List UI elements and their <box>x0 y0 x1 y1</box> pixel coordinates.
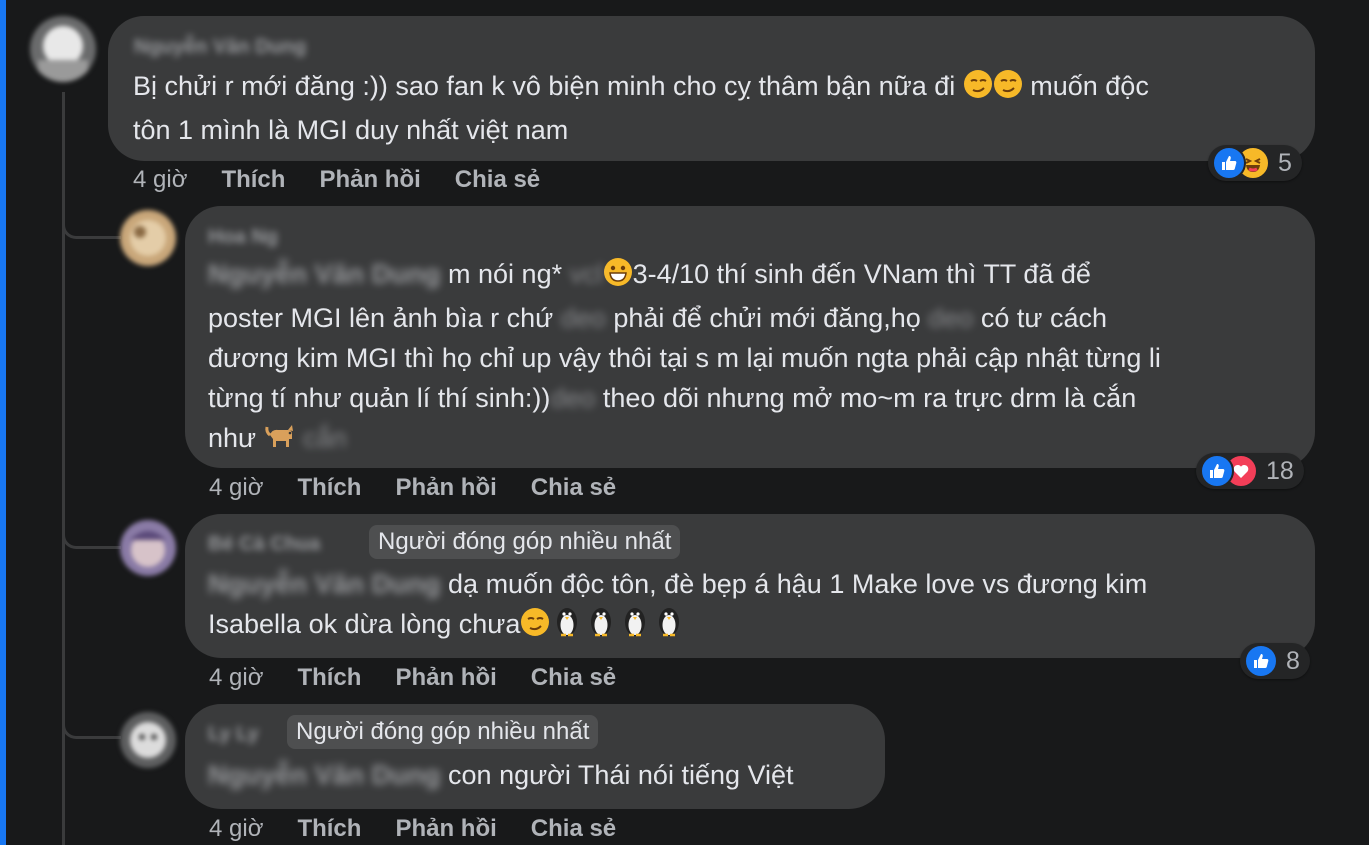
avatar[interactable] <box>120 712 176 768</box>
smirk-emoji-icon <box>520 607 550 648</box>
smirk-emoji-icon <box>993 69 1023 110</box>
reply-button[interactable]: Phản hồi <box>395 815 496 842</box>
share-button[interactable]: Chia sẻ <box>455 166 540 193</box>
avatar[interactable] <box>120 210 176 266</box>
comment-time[interactable]: 4 giờ <box>209 474 263 501</box>
comment-text: Nguyễn Văn Dung con người Thái nói tiếng… <box>208 760 794 790</box>
dog-emoji-icon <box>264 421 296 462</box>
comment-time[interactable]: 4 giờ <box>209 664 263 691</box>
reaction-count: 5 <box>1278 148 1292 177</box>
comment-time[interactable]: 4 giờ <box>209 815 263 842</box>
comment-actions: 4 giờ Thích Phản hồi Chia sẻ <box>209 474 650 502</box>
penguin-emoji-icon <box>550 605 584 648</box>
comment-time[interactable]: 4 giờ <box>133 166 187 193</box>
like-button[interactable]: Thích <box>297 664 361 691</box>
like-button[interactable]: Thích <box>297 815 361 842</box>
penguin-emoji-icon <box>652 605 686 648</box>
comment-actions: 4 giờ Thích Phản hồi Chia sẻ <box>209 664 650 692</box>
reaction-summary[interactable]: 5 <box>1208 145 1302 181</box>
commenter-name[interactable]: Bé Cà Chua <box>208 533 320 556</box>
commenter-name[interactable]: Hoa Ng <box>208 226 278 249</box>
reaction-summary[interactable]: 18 <box>1196 453 1304 489</box>
mention-tag[interactable]: Nguyễn Văn Dung <box>208 259 441 289</box>
share-button[interactable]: Chia sẻ <box>531 474 616 501</box>
reaction-count: 8 <box>1286 646 1300 675</box>
thread-branch <box>62 500 121 549</box>
penguin-emoji-icon <box>584 605 618 648</box>
share-button[interactable]: Chia sẻ <box>531 664 616 691</box>
smirk-emoji-icon <box>963 69 993 110</box>
mention-tag[interactable]: Nguyễn Văn Dung <box>208 760 441 790</box>
like-button[interactable]: Thích <box>221 166 285 193</box>
reaction-summary[interactable]: 8 <box>1240 643 1310 679</box>
comment-text: Nguyễn Văn Dung m nói ng* vcl 3-4/10 thí … <box>208 254 1308 462</box>
commenter-name[interactable]: Nguyễn Văn Dung <box>134 36 306 59</box>
thread-branch <box>62 190 121 239</box>
commenter-name[interactable]: Ly Ly <box>208 723 259 746</box>
grin-emoji-icon <box>603 257 633 298</box>
like-reaction-icon <box>1212 146 1246 180</box>
like-reaction-icon <box>1200 454 1234 488</box>
reaction-count: 18 <box>1266 456 1294 485</box>
mention-tag[interactable]: Nguyễn Văn Dung <box>208 569 441 599</box>
comment-actions: 4 giờ Thích Phản hồi Chia sẻ <box>133 166 574 194</box>
comment-actions: 4 giờ Thích Phản hồi Chia sẻ <box>209 815 650 843</box>
avatar[interactable] <box>120 520 176 576</box>
comment-text: Nguyễn Văn Dung dạ muốn độc tôn, đè bẹp … <box>208 564 1308 648</box>
reply-button[interactable]: Phản hồi <box>395 664 496 691</box>
share-button[interactable]: Chia sẻ <box>531 815 616 842</box>
top-contributor-badge: Người đóng góp nhiều nhất <box>287 715 599 749</box>
reply-button[interactable]: Phản hồi <box>319 166 420 193</box>
top-contributor-badge: Người đóng góp nhiều nhất <box>369 525 681 559</box>
left-accent-edge <box>0 0 6 845</box>
reply-button[interactable]: Phản hồi <box>395 474 496 501</box>
penguin-emoji-icon <box>618 605 652 648</box>
thread-branch <box>62 690 121 739</box>
like-reaction-icon <box>1244 644 1278 678</box>
like-button[interactable]: Thích <box>297 474 361 501</box>
avatar[interactable] <box>30 16 96 82</box>
comment-text: Bị chửi r mới đăng :)) sao fan k vô biện… <box>133 69 1149 145</box>
